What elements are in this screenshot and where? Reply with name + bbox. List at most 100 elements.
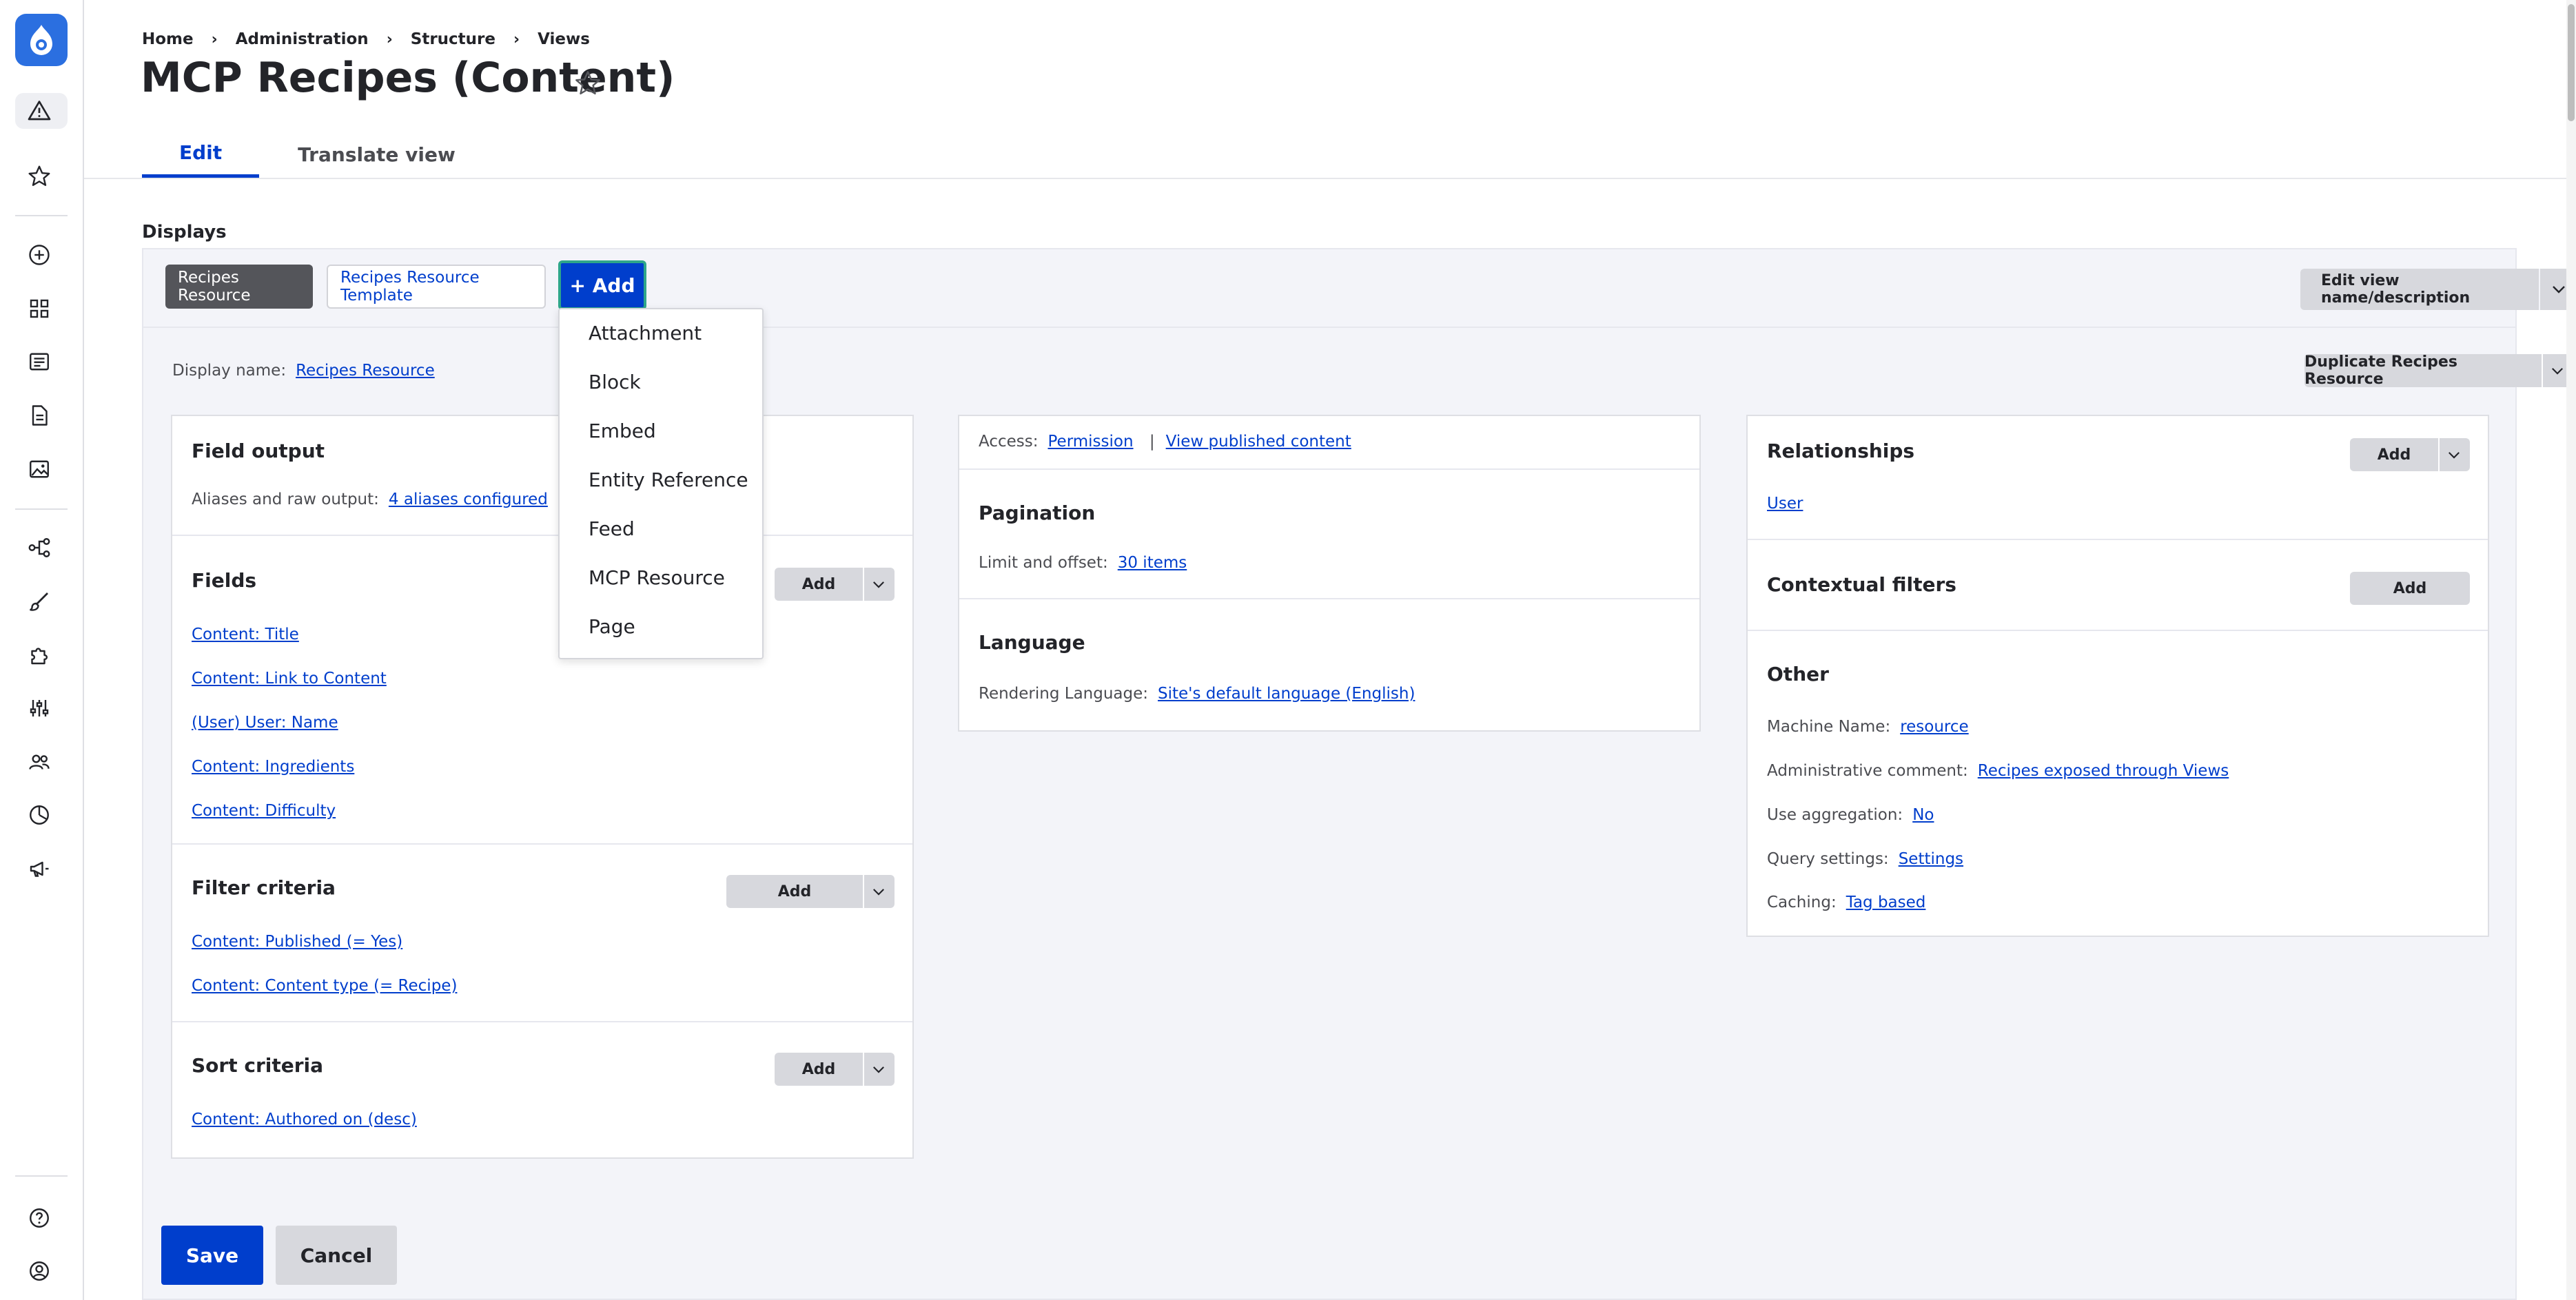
user-account-icon[interactable] [25, 1257, 53, 1285]
filter-add-button[interactable]: Add [726, 875, 863, 908]
create-plus-icon[interactable] [25, 241, 53, 269]
shortcuts-star-icon[interactable] [25, 163, 53, 190]
help-icon[interactable] [25, 1204, 53, 1232]
right-column: Relationships Add User Contextual filter… [1746, 415, 2489, 937]
access-section: Access: Permission | View published conten… [959, 416, 1699, 470]
menu-item-embed[interactable]: Embed [589, 420, 656, 442]
extend-puzzle-icon[interactable] [25, 641, 53, 669]
aliases-label: Aliases and raw output: [192, 491, 379, 508]
breadcrumb-administration[interactable]: Administration [236, 30, 369, 48]
admin-comment-row: Administrative comment: Recipes exposed t… [1767, 762, 2229, 780]
access-label: Access: [979, 433, 1039, 451]
language-link[interactable]: Site's default language (English) [1158, 685, 1415, 703]
use-aggregation-label: Use aggregation: [1767, 806, 1903, 824]
breadcrumb: Home › Administration › Structure › View… [142, 30, 590, 48]
add-display-menu: Attachment Block Embed Entity Reference … [558, 308, 764, 659]
filter-criteria-section: Filter criteria Add Content: Published (… [172, 845, 912, 1022]
content-list-icon[interactable] [25, 348, 53, 375]
save-button[interactable]: Save [161, 1226, 263, 1285]
sort-criteria-section: Sort criteria Add Content: Authored on (… [172, 1022, 912, 1157]
fields-section: Fields Add Content: Title Content: Link … [172, 536, 912, 845]
field-item[interactable]: Content: Difficulty [192, 802, 336, 820]
breadcrumb-home[interactable]: Home [142, 30, 194, 48]
left-column: Field output Aliases and raw output: 4 al… [171, 415, 914, 1159]
aliases-link[interactable]: 4 aliases configured [389, 491, 548, 508]
page-scrollbar[interactable] [2566, 0, 2576, 1300]
dashboard-grid-icon[interactable] [25, 295, 53, 322]
tab-edit[interactable]: Edit [142, 131, 260, 178]
language-label: Rendering Language: [979, 685, 1149, 703]
field-item[interactable]: Content: Title [192, 626, 299, 643]
media-image-icon[interactable] [25, 455, 53, 483]
fields-title: Fields [192, 569, 257, 592]
sort-add-dropbutton: Add [775, 1053, 895, 1086]
menu-item-block[interactable]: Block [589, 371, 641, 393]
chevron-down-icon[interactable] [863, 1053, 893, 1086]
caching-link[interactable]: Tag based [1846, 894, 1926, 911]
reports-chart-icon[interactable] [25, 801, 53, 829]
scrollbar-thumb[interactable] [2568, 4, 2575, 121]
language-title: Language [979, 631, 1085, 654]
breadcrumb-structure[interactable]: Structure [411, 30, 495, 48]
use-aggregation-link[interactable]: No [1912, 806, 1934, 824]
menu-item-entity-reference[interactable]: Entity Reference [589, 468, 748, 491]
query-settings-link[interactable]: Settings [1899, 850, 1963, 868]
filter-item[interactable]: Content: Content type (= Recipe) [192, 977, 457, 995]
chevron-down-icon[interactable] [863, 568, 893, 601]
access-permission-link[interactable]: Permission [1048, 433, 1134, 451]
contextual-add-button[interactable]: Add [2350, 572, 2470, 605]
structure-icon[interactable] [25, 534, 53, 561]
field-item[interactable]: Content: Link to Content [192, 670, 387, 688]
pagination-link[interactable]: 30 items [1118, 554, 1187, 572]
display-tab-recipes-resource[interactable]: Recipes Resource [165, 265, 313, 309]
files-icon[interactable] [25, 402, 53, 429]
machine-name-link[interactable]: resource [1900, 718, 1968, 736]
display-tab-recipes-resource-template[interactable]: Recipes Resource Template [327, 265, 546, 309]
fields-add-dropbutton: Add [775, 568, 895, 601]
contextual-filters-add-button: Add [2350, 572, 2470, 605]
menu-item-feed[interactable]: Feed [589, 517, 635, 540]
relationship-item[interactable]: User [1767, 495, 1803, 513]
field-item[interactable]: Content: Ingredients [192, 758, 354, 776]
displays-label: Displays [142, 222, 227, 243]
tab-translate-view[interactable]: Translate view [259, 131, 494, 178]
sort-item[interactable]: Content: Authored on (desc) [192, 1111, 417, 1128]
edit-view-name-button[interactable]: Edit view name/description [2300, 269, 2539, 310]
breadcrumb-views[interactable]: Views [538, 30, 590, 48]
pagination-label: Limit and offset: [979, 554, 1108, 572]
machine-name-label: Machine Name: [1767, 718, 1891, 736]
sort-add-button[interactable]: Add [775, 1053, 863, 1086]
breadcrumb-separator: › [211, 30, 218, 48]
sidebar-divider [15, 1175, 68, 1177]
duplicate-dropbutton: Duplicate Recipes Resource [2304, 353, 2573, 388]
access-view-published-link[interactable]: View published content [1166, 433, 1351, 451]
cancel-button[interactable]: Cancel [276, 1226, 397, 1285]
contextual-filters-section: Contextual filters Add [1748, 540, 2488, 631]
language-row: Rendering Language: Site's default langua… [979, 685, 1415, 703]
display-name-link[interactable]: Recipes Resource [296, 362, 435, 380]
configuration-sliders-icon[interactable] [25, 694, 53, 722]
people-icon[interactable] [25, 748, 53, 776]
appearance-brush-icon[interactable] [25, 588, 53, 615]
edit-view-dropbutton: Edit view name/description [2300, 269, 2576, 310]
relationships-add-dropbutton: Add [2350, 438, 2470, 471]
chevron-down-icon[interactable] [863, 875, 893, 908]
fields-add-button[interactable]: Add [775, 568, 863, 601]
menu-item-page[interactable]: Page [589, 615, 635, 638]
filter-item[interactable]: Content: Published (= Yes) [192, 933, 402, 951]
drupal-logo-icon[interactable] [15, 14, 68, 66]
relationships-title: Relationships [1767, 440, 1915, 462]
announcements-megaphone-icon[interactable] [25, 855, 53, 883]
favorite-star-icon[interactable] [573, 69, 602, 98]
menu-item-attachment[interactable]: Attachment [589, 322, 702, 344]
add-display-button[interactable]: + Add [558, 260, 646, 310]
access-separator: | [1149, 433, 1155, 451]
pagination-section: Pagination Limit and offset: 30 items [959, 470, 1699, 599]
chevron-down-icon[interactable] [2438, 438, 2468, 471]
admin-comment-link[interactable]: Recipes exposed through Views [1978, 762, 2229, 780]
field-item[interactable]: (User) User: Name [192, 714, 338, 732]
duplicate-display-button[interactable]: Duplicate Recipes Resource [2304, 353, 2542, 388]
warning-icon[interactable] [25, 97, 53, 125]
menu-item-mcp-resource[interactable]: MCP Resource [589, 566, 725, 589]
relationships-add-button[interactable]: Add [2350, 438, 2438, 471]
